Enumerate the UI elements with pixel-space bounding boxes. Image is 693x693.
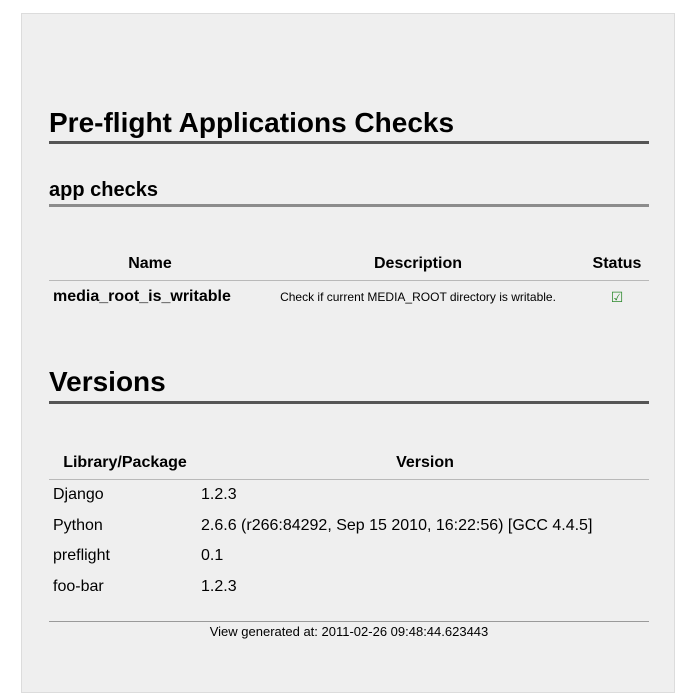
library-version: 1.2.3 — [201, 577, 237, 595]
column-header-library: Library/Package — [49, 447, 201, 480]
library-name: Django — [53, 486, 104, 504]
column-header-version: Version — [201, 447, 649, 480]
library-version: 2.6.6 (r266:84292, Sep 15 2010, 16:22:56… — [201, 516, 593, 534]
column-header-description: Description — [251, 247, 585, 281]
report-panel: Pre-flight Applications Checks app check… — [21, 13, 675, 693]
generated-timestamp: View generated at: 2011-02-26 09:48:44.6… — [49, 621, 649, 639]
column-header-name: Name — [49, 247, 251, 281]
app-checks-header-row: Name Description Status — [49, 247, 649, 281]
check-name: media_root_is_writable — [53, 288, 231, 305]
versions-header-row: Library/Package Version — [49, 447, 649, 480]
version-row: Python 2.6.6 (r266:84292, Sep 15 2010, 1… — [49, 511, 649, 542]
page-title: Pre-flight Applications Checks — [49, 106, 649, 144]
check-description: Check if current MEDIA_ROOT directory is… — [280, 290, 556, 304]
versions-heading: Versions — [49, 365, 649, 404]
column-header-status: Status — [585, 247, 649, 281]
library-name: Python — [53, 516, 103, 534]
version-row: preflight 0.1 — [49, 541, 649, 572]
app-checks-table: Name Description Status media_root_is_wr… — [49, 247, 649, 313]
version-row: foo-bar 1.2.3 — [49, 572, 649, 603]
version-row: Django 1.2.3 — [49, 480, 649, 511]
app-checks-heading: app checks — [49, 178, 649, 207]
library-name: preflight — [53, 547, 110, 565]
library-version: 0.1 — [201, 547, 224, 565]
library-version: 1.2.3 — [201, 486, 237, 504]
checkbox-checked-icon: ☑ — [610, 288, 624, 305]
versions-table: Library/Package Version Django 1.2.3 Pyt… — [49, 447, 649, 602]
app-check-row: media_root_is_writable Check if current … — [49, 281, 649, 314]
library-name: foo-bar — [53, 577, 104, 595]
